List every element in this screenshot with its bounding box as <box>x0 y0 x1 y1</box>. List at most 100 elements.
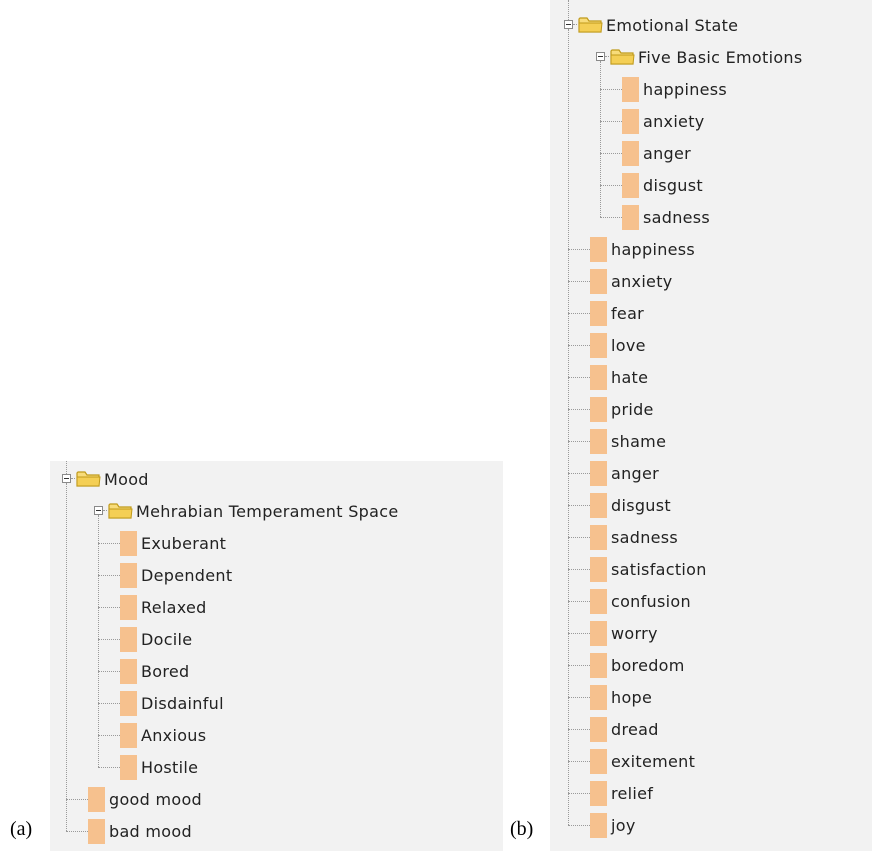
tree-leaf-label: shame <box>611 431 667 451</box>
tree-leaf-label: boredom <box>611 655 685 675</box>
tree-leaf-label: anxiety <box>611 271 673 291</box>
leaf-node-icon <box>590 812 607 838</box>
tree-leaf-label: worry <box>611 623 658 643</box>
tree-connector-line <box>568 409 590 410</box>
tree-connector-line <box>568 665 590 666</box>
tree-leaf-item[interactable]: boredom <box>590 649 685 681</box>
tree-folder-root[interactable]: Mood <box>104 463 149 495</box>
tree-leaf-item[interactable]: confusion <box>590 585 691 617</box>
tree-leaf-label: happiness <box>643 79 728 99</box>
leaf-node-icon <box>590 492 607 518</box>
collapse-toggle-icon[interactable] <box>62 474 71 483</box>
tree-leaf-item[interactable]: hate <box>590 361 648 393</box>
collapse-toggle-icon[interactable] <box>94 506 103 515</box>
tree-connector-line <box>600 153 622 154</box>
tree-leaf-label: dread <box>611 719 659 739</box>
tree-folder-group-label: Five Basic Emotions <box>638 47 803 67</box>
folder-open-icon <box>107 500 134 524</box>
tree-leaf-label: relief <box>611 783 654 803</box>
leaf-node-icon <box>590 524 607 550</box>
tree-leaf-item[interactable]: exitement <box>590 745 695 777</box>
tree-leaf-item[interactable]: Bored <box>120 655 190 687</box>
tree-folder-root[interactable]: Emotional State <box>606 9 738 41</box>
tree-connector-line <box>600 89 622 90</box>
leaf-node-icon <box>590 460 607 486</box>
tree-leaf-item[interactable]: satisfaction <box>590 553 707 585</box>
leaf-node-icon <box>120 594 137 620</box>
tree-connector-line <box>66 831 88 832</box>
tree-connector-line <box>568 377 590 378</box>
tree-leaf-item[interactable]: Hostile <box>120 751 198 783</box>
leaf-node-icon <box>120 690 137 716</box>
collapse-toggle-icon[interactable] <box>596 52 605 61</box>
tree-folder-group[interactable]: Five Basic Emotions <box>638 41 803 73</box>
tree-leaf-item[interactable]: fear <box>590 297 644 329</box>
tree-leaf-item[interactable]: Exuberant <box>120 527 226 559</box>
tree-connector-line <box>600 61 601 217</box>
tree-leaf-item[interactable]: worry <box>590 617 658 649</box>
tree-leaf-item[interactable]: sadness <box>622 201 710 233</box>
tree-connector-line <box>98 703 120 704</box>
tree-connector-line <box>66 799 88 800</box>
tree-leaf-item[interactable]: disgust <box>622 169 703 201</box>
leaf-node-icon <box>590 236 607 262</box>
tree-leaf-item[interactable]: hope <box>590 681 652 713</box>
tree-connector-line <box>568 633 590 634</box>
tree-leaf-item[interactable]: Anxious <box>120 719 206 751</box>
tree-connector-line <box>98 671 120 672</box>
tree-panel-mood: Mood Mehrabian Temperament Space Exuberant… <box>50 461 503 851</box>
tree-leaf-label: hope <box>611 687 653 707</box>
tree-connector-line <box>600 185 622 186</box>
tree-connector-line <box>568 761 590 762</box>
leaf-node-icon <box>88 818 105 844</box>
tree-leaf-item[interactable]: Relaxed <box>120 591 207 623</box>
tree-connector-line <box>66 461 67 474</box>
tree-leaf-label: joy <box>611 815 636 835</box>
tree-leaf-item[interactable]: sadness <box>590 521 678 553</box>
tree-leaf-label: bad mood <box>109 821 192 841</box>
tree-leaf-item[interactable]: anger <box>590 457 659 489</box>
leaf-node-icon <box>590 268 607 294</box>
tree-leaf-item[interactable]: good mood <box>88 783 202 815</box>
leaf-node-icon <box>88 786 105 812</box>
tree-leaf-item[interactable]: Dependent <box>120 559 232 591</box>
collapse-toggle-icon[interactable] <box>564 20 573 29</box>
tree-leaf-item[interactable]: anger <box>622 137 691 169</box>
leaf-node-icon <box>590 780 607 806</box>
tree-leaf-item[interactable]: happiness <box>622 73 727 105</box>
tree-leaf-label: Docile <box>141 629 193 649</box>
tree-folder-group[interactable]: Mehrabian Temperament Space <box>136 495 398 527</box>
tree-folder-root-label: Emotional State <box>606 15 739 35</box>
tree-leaf-label: Disdainful <box>141 693 224 713</box>
tree-folder-group-label: Mehrabian Temperament Space <box>136 501 399 521</box>
tree-leaf-item[interactable]: Disdainful <box>120 687 224 719</box>
tree-connector-line <box>568 505 590 506</box>
tree-leaf-item[interactable]: disgust <box>590 489 671 521</box>
tree-leaf-item[interactable]: love <box>590 329 646 361</box>
tree-leaf-item[interactable]: joy <box>590 809 636 841</box>
tree-leaf-label: anger <box>643 143 692 163</box>
tree-connector-line <box>568 313 590 314</box>
tree-leaf-item[interactable]: dread <box>590 713 659 745</box>
tree-leaf-item[interactable]: pride <box>590 393 654 425</box>
leaf-node-icon <box>120 626 137 652</box>
tree-leaf-item[interactable]: anxiety <box>622 105 705 137</box>
leaf-node-icon <box>622 140 639 166</box>
tree-leaf-item[interactable]: relief <box>590 777 653 809</box>
tree-leaf-item[interactable]: anxiety <box>590 265 673 297</box>
tree-leaf-label: anger <box>611 463 660 483</box>
tree-leaf-item[interactable]: bad mood <box>88 815 192 847</box>
tree-leaf-item[interactable]: happiness <box>590 233 695 265</box>
tree-leaf-label: anxiety <box>643 111 705 131</box>
tree-leaf-label: disgust <box>611 495 671 515</box>
tree-connector-line <box>568 569 590 570</box>
tree-leaf-label: fear <box>611 303 645 323</box>
folder-open-icon <box>75 468 102 492</box>
tree-leaf-label: love <box>611 335 646 355</box>
tree-connector-line <box>568 697 590 698</box>
tree-leaf-item[interactable]: shame <box>590 425 666 457</box>
tree-connector-line <box>98 767 120 768</box>
leaf-node-icon <box>120 754 137 780</box>
tree-leaf-item[interactable]: Docile <box>120 623 192 655</box>
tree-connector-line <box>568 729 590 730</box>
